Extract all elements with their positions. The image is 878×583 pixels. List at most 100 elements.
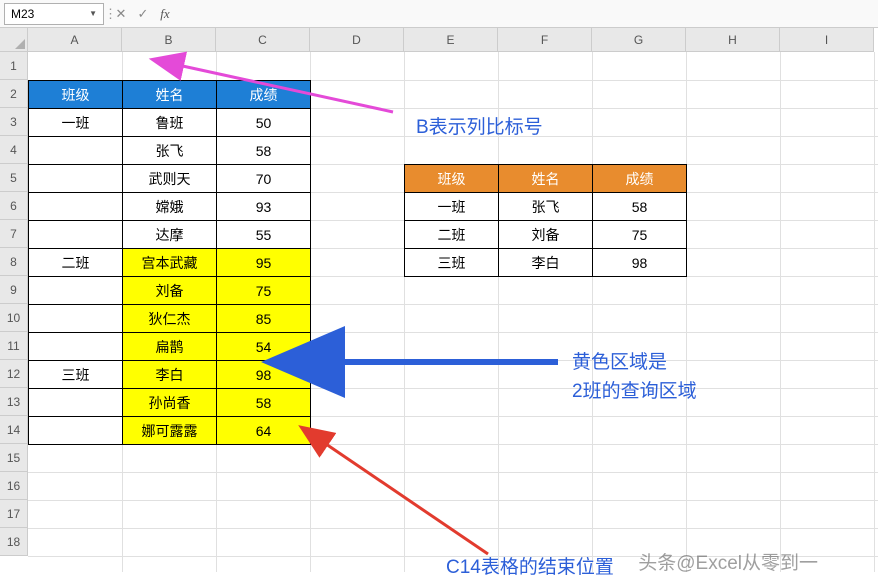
cell-score[interactable]: 98 [593,249,687,277]
row-header[interactable]: 4 [0,136,28,164]
row-header[interactable]: 17 [0,500,28,528]
cell-score[interactable]: 95 [217,249,311,277]
row-header[interactable]: 13 [0,388,28,416]
row-header[interactable]: 10 [0,304,28,332]
cell-score[interactable]: 75 [217,277,311,305]
table-row[interactable]: 三班李白98 [405,249,687,277]
table-row[interactable]: 达摩55 [29,221,311,249]
row-header[interactable]: 1 [0,52,28,80]
col-header[interactable]: B [122,28,216,52]
col-header[interactable]: D [310,28,404,52]
confirm-icon[interactable]: ✓ [132,3,154,25]
cell-class[interactable] [29,165,123,193]
cell-name[interactable]: 李白 [499,249,593,277]
col-header[interactable]: I [780,28,874,52]
cell-score[interactable]: 75 [593,221,687,249]
col-header[interactable]: A [28,28,122,52]
cell-name[interactable]: 鲁班 [123,109,217,137]
chevron-down-icon[interactable]: ▼ [89,9,97,18]
cell-name[interactable]: 张飞 [499,193,593,221]
name-box[interactable]: M23 ▼ [4,3,104,25]
cells-area[interactable]: 班级 姓名 成绩 一班鲁班50张飞58武则天70嫦娥93达摩55二班宫本武藏95… [28,52,874,572]
row-headers: 123456789101112131415161718 [0,52,28,556]
cell-name[interactable]: 张飞 [123,137,217,165]
cell-class[interactable] [29,417,123,445]
cell-name[interactable]: 达摩 [123,221,217,249]
table-row[interactable]: 孙尚香58 [29,389,311,417]
cell-score[interactable]: 58 [593,193,687,221]
cell-score[interactable]: 64 [217,417,311,445]
row-header[interactable]: 16 [0,472,28,500]
formula-input[interactable] [176,3,874,25]
cell-class[interactable] [29,305,123,333]
cell-score[interactable]: 55 [217,221,311,249]
cell-score[interactable]: 93 [217,193,311,221]
select-all-corner[interactable] [0,28,28,52]
annotation-top: B表示列比标号 [416,112,543,139]
cell-name[interactable]: 李白 [123,361,217,389]
cell-score[interactable]: 85 [217,305,311,333]
row-header[interactable]: 14 [0,416,28,444]
th-class: 班级 [405,165,499,193]
cell-class[interactable] [29,389,123,417]
row-header[interactable]: 2 [0,80,28,108]
table-row[interactable]: 扁鹊54 [29,333,311,361]
row-header[interactable]: 18 [0,528,28,556]
fx-icon[interactable]: fx [154,3,176,25]
cell-class[interactable] [29,277,123,305]
cell-class[interactable] [29,137,123,165]
row-header[interactable]: 12 [0,360,28,388]
cell-class[interactable]: 二班 [405,221,499,249]
cell-score[interactable]: 70 [217,165,311,193]
table-row[interactable]: 二班刘备75 [405,221,687,249]
row-header[interactable]: 6 [0,192,28,220]
cell-name[interactable]: 嫦娥 [123,193,217,221]
cell-class[interactable] [29,193,123,221]
table-row[interactable]: 三班李白98 [29,361,311,389]
row-header[interactable]: 5 [0,164,28,192]
cancel-icon[interactable]: ✕ [110,3,132,25]
col-header[interactable]: C [216,28,310,52]
cell-score[interactable]: 98 [217,361,311,389]
table-row[interactable]: 狄仁杰85 [29,305,311,333]
cell-class[interactable] [29,333,123,361]
cell-class[interactable]: 三班 [29,361,123,389]
row-header[interactable]: 8 [0,248,28,276]
col-header[interactable]: H [686,28,780,52]
table-row[interactable]: 一班张飞58 [405,193,687,221]
col-header[interactable]: F [498,28,592,52]
table-row[interactable]: 娜可露露64 [29,417,311,445]
row-header[interactable]: 11 [0,332,28,360]
cell-name[interactable]: 孙尚香 [123,389,217,417]
cell-score[interactable]: 58 [217,137,311,165]
table-row[interactable]: 嫦娥93 [29,193,311,221]
cell-score[interactable]: 54 [217,333,311,361]
cell-class[interactable]: 二班 [29,249,123,277]
cell-score[interactable]: 50 [217,109,311,137]
row-header[interactable]: 3 [0,108,28,136]
cell-name[interactable]: 宫本武藏 [123,249,217,277]
col-header[interactable]: G [592,28,686,52]
cell-name[interactable]: 刘备 [499,221,593,249]
cell-class[interactable] [29,221,123,249]
table-row[interactable]: 张飞58 [29,137,311,165]
row-header[interactable]: 15 [0,444,28,472]
cell-name[interactable]: 狄仁杰 [123,305,217,333]
cell-name[interactable]: 武则天 [123,165,217,193]
table-row[interactable]: 一班鲁班50 [29,109,311,137]
column-headers: A B C D E F G H I [28,28,874,52]
cell-name[interactable]: 扁鹊 [123,333,217,361]
cell-name[interactable]: 刘备 [123,277,217,305]
row-header[interactable]: 9 [0,276,28,304]
table-row[interactable]: 武则天70 [29,165,311,193]
table-row[interactable]: 刘备75 [29,277,311,305]
cell-name[interactable]: 娜可露露 [123,417,217,445]
cell-score[interactable]: 58 [217,389,311,417]
cell-class[interactable]: 一班 [29,109,123,137]
col-header[interactable]: E [404,28,498,52]
lookup-table: 班级 姓名 成绩 一班张飞58二班刘备75三班李白98 [404,164,687,277]
table-row[interactable]: 二班宫本武藏95 [29,249,311,277]
cell-class[interactable]: 三班 [405,249,499,277]
row-header[interactable]: 7 [0,220,28,248]
cell-class[interactable]: 一班 [405,193,499,221]
